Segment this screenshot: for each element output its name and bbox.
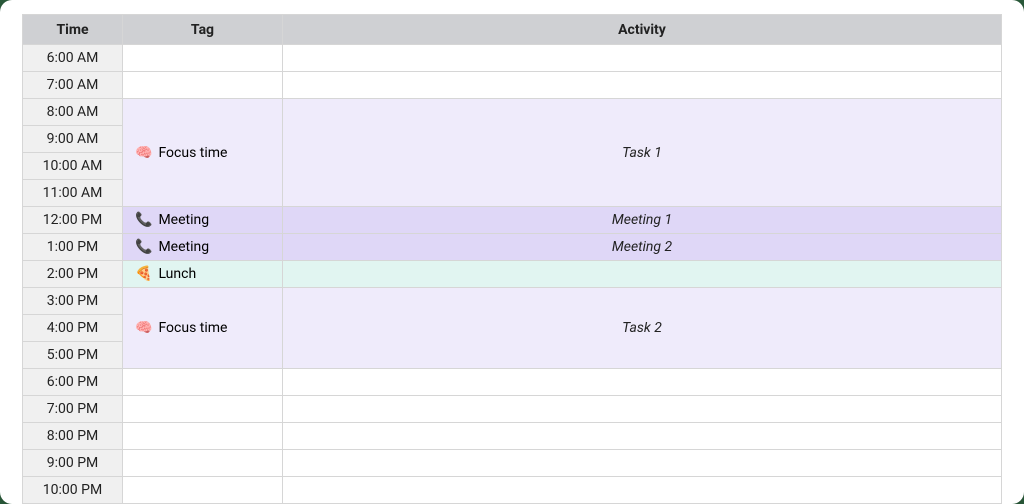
tag-cell-empty [123,72,283,99]
header-activity: Activity [283,15,1002,45]
time-cell: 9:00 PM [23,450,123,477]
tag-label: Lunch [158,266,196,282]
table-row: 10:00 PM [23,477,1002,504]
table-row: 7:00 PM [23,396,1002,423]
time-cell: 3:00 PM [23,288,123,315]
tag-label: Meeting [158,212,209,228]
phone-icon: 📞 [135,212,152,228]
tag-cell-empty [123,369,283,396]
time-cell: 7:00 AM [23,72,123,99]
table-row: 1:00 PM 📞 Meeting Meeting 2 [23,234,1002,261]
header-row: Time Tag Activity [23,15,1002,45]
time-cell: 10:00 AM [23,153,123,180]
brain-icon: 🧠 [135,320,152,336]
pizza-icon: 🍕 [135,266,152,282]
phone-icon: 📞 [135,239,152,255]
table-row: 6:00 AM [23,45,1002,72]
activity-cell-empty [283,423,1002,450]
table-row: 3:00 PM 🧠Focus time Task 2 [23,288,1002,315]
schedule-card: Time Tag Activity 6:00 AM 7:00 AM 8:00 A… [0,0,1024,504]
tag-cell-empty [123,423,283,450]
table-row: 2:00 PM 🍕 Lunch [23,261,1002,288]
time-cell: 5:00 PM [23,342,123,369]
tag-cell-meeting: 📞 Meeting [123,234,283,261]
time-cell: 1:00 PM [23,234,123,261]
header-time: Time [23,15,123,45]
activity-cell-focus: Task 1 [283,99,1002,207]
table-row: 12:00 PM 📞 Meeting Meeting 1 [23,207,1002,234]
activity-cell-lunch [283,261,1002,288]
time-cell: 6:00 PM [23,369,123,396]
time-cell: 2:00 PM [23,261,123,288]
table-row: 8:00 AM 🧠Focus time Task 1 [23,99,1002,126]
tag-cell-empty [123,477,283,504]
tag-cell-empty [123,45,283,72]
tag-cell-meeting: 📞 Meeting [123,207,283,234]
tag-label: Focus time [158,320,227,336]
time-cell: 8:00 PM [23,423,123,450]
tag-cell-empty [123,450,283,477]
time-cell: 7:00 PM [23,396,123,423]
schedule-table: Time Tag Activity 6:00 AM 7:00 AM 8:00 A… [22,14,1002,504]
activity-cell-meeting: Meeting 2 [283,234,1002,261]
time-cell: 8:00 AM [23,99,123,126]
table-row: 8:00 PM [23,423,1002,450]
tag-label: Meeting [158,239,209,255]
activity-cell-empty [283,450,1002,477]
brain-icon: 🧠 [135,145,152,161]
activity-cell-focus: Task 2 [283,288,1002,369]
tag-cell-focus: 🧠 Focus time [123,288,283,369]
activity-cell-meeting: Meeting 1 [283,207,1002,234]
time-cell: 12:00 PM [23,207,123,234]
tag-cell-empty [123,396,283,423]
activity-cell-empty [283,396,1002,423]
activity-cell-empty [283,369,1002,396]
activity-cell-empty [283,45,1002,72]
activity-cell-empty [283,477,1002,504]
time-cell: 10:00 PM [23,477,123,504]
time-cell: 9:00 AM [23,126,123,153]
time-cell: 6:00 AM [23,45,123,72]
time-cell: 11:00 AM [23,180,123,207]
table-row: 7:00 AM [23,72,1002,99]
tag-label: Focus time [158,145,227,161]
table-row: 6:00 PM [23,369,1002,396]
activity-cell-empty [283,72,1002,99]
tag-cell-lunch: 🍕 Lunch [123,261,283,288]
time-cell: 4:00 PM [23,315,123,342]
header-tag: Tag [123,15,283,45]
table-row: 9:00 PM [23,450,1002,477]
tag-cell-focus: 🧠 Focus time [123,99,283,207]
